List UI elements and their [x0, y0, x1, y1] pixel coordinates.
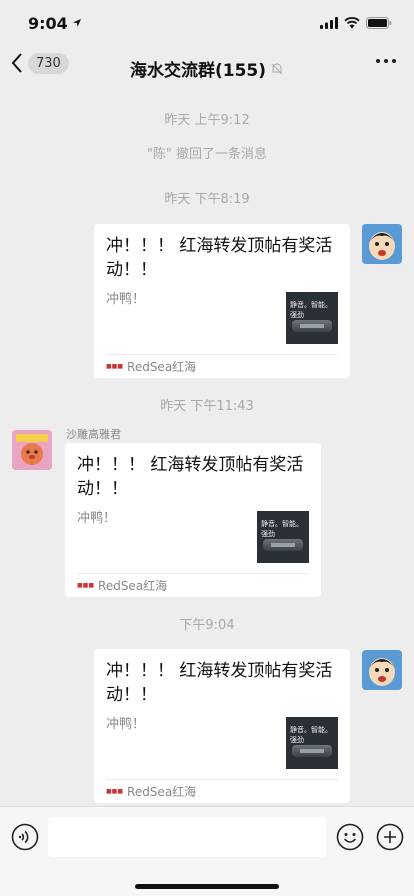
timestamp: 昨天 上午9:12 — [164, 113, 250, 128]
status-time: 9:04 — [28, 14, 82, 33]
message-input[interactable] — [48, 817, 326, 857]
timestamp: 昨天 下午11:43 — [160, 399, 254, 414]
redsea-logo-icon: ■■■ — [106, 788, 124, 795]
link-card[interactable]: 冲！！！ 红海转发顶帖有奖活动！！ 冲鸭！ 静音。智能。强劲 ■■■ RedSe… — [94, 649, 350, 803]
avatar[interactable] — [12, 430, 52, 470]
battery-icon — [366, 17, 392, 29]
wifi-icon — [344, 17, 360, 29]
avatar[interactable] — [362, 224, 402, 264]
plus-icon — [376, 823, 404, 851]
card-body: 冲鸭！ 静音。智能。强劲 — [106, 713, 338, 769]
more-functions-button[interactable] — [376, 823, 404, 855]
card-thumbnail: 静音。智能。强劲 — [257, 511, 309, 563]
thumb-text: 静音。智能。强劲 — [290, 726, 332, 744]
more-button[interactable] — [376, 59, 396, 63]
link-card[interactable]: 冲！！！ 红海转发顶帖有奖活动！！ 冲鸭！ 静音。智能。强劲 ■■■ RedSe… — [94, 224, 350, 378]
emoji-icon — [336, 823, 364, 851]
card-title: 冲！！！ 红海转发顶帖有奖活动！！ — [77, 455, 304, 499]
card-body: 冲鸭！ 静音。智能。强劲 — [77, 507, 309, 563]
home-indicator — [135, 884, 279, 889]
card-body: 冲鸭！ 静音。智能。强劲 — [106, 288, 338, 344]
redsea-logo-icon: ■■■ — [106, 363, 124, 370]
emoji-button[interactable] — [336, 823, 364, 855]
more-dot — [384, 59, 388, 63]
card-title: 冲！！！ 红海转发顶帖有奖活动！！ — [106, 236, 333, 280]
card-description: 冲鸭！ — [106, 292, 146, 307]
redsea-logo-icon: ■■■ — [77, 582, 95, 589]
avatar-image-icon — [362, 650, 402, 690]
mute-bell-icon — [271, 63, 283, 74]
card-description: 冲鸭！ — [77, 511, 117, 526]
thumb-device-detail — [271, 543, 295, 547]
card-thumbnail: 静音。智能。强劲 — [286, 717, 338, 769]
timestamp: 昨天 下午8:19 — [164, 192, 250, 207]
more-dot — [392, 59, 396, 63]
voice-icon — [11, 823, 39, 851]
avatar[interactable] — [362, 650, 402, 690]
card-description: 冲鸭！ — [106, 717, 146, 732]
thumb-device-detail — [300, 324, 324, 328]
card-footer: ■■■ RedSea红海 — [106, 354, 338, 378]
timestamp: 下午9:04 — [179, 618, 235, 633]
card-source: RedSea红海 — [98, 579, 168, 593]
card-title: 冲！！！ 红海转发顶帖有奖活动！！ — [106, 661, 333, 705]
chat-title: 海水交流群(155) — [0, 56, 414, 81]
link-card[interactable]: 冲！！！ 红海转发顶帖有奖活动！！ 冲鸭！ 静音。智能。强劲 ■■■ RedSe… — [65, 443, 321, 597]
recall-notice: "陈" 撤回了一条消息 — [146, 147, 268, 162]
voice-button[interactable] — [11, 823, 39, 855]
card-footer: ■■■ RedSea红海 — [77, 573, 309, 597]
location-arrow-icon — [72, 19, 81, 27]
avatar-image-icon — [362, 224, 402, 264]
card-thumbnail: 静音。智能。强劲 — [286, 292, 338, 344]
sender-name: 沙雕高雅君 — [66, 428, 121, 441]
chat-title-text: 海水交流群(155) — [129, 61, 267, 81]
card-source: RedSea红海 — [127, 360, 197, 374]
more-dot — [376, 59, 380, 63]
status-bar: 9:04 — [0, 0, 414, 46]
cellular-signal-icon — [320, 17, 338, 29]
thumb-device-detail — [300, 749, 324, 753]
card-footer: ■■■ RedSea红海 — [106, 779, 338, 803]
input-bar — [0, 806, 414, 896]
thumb-text: 静音。智能。强劲 — [290, 301, 332, 319]
avatar-image-icon — [12, 430, 52, 470]
status-icons — [320, 17, 392, 29]
nav-bar: 730 海水交流群(155) — [0, 46, 414, 88]
status-time-text: 9:04 — [28, 13, 68, 33]
card-source: RedSea红海 — [127, 785, 197, 799]
thumb-text: 静音。智能。强劲 — [261, 520, 303, 538]
